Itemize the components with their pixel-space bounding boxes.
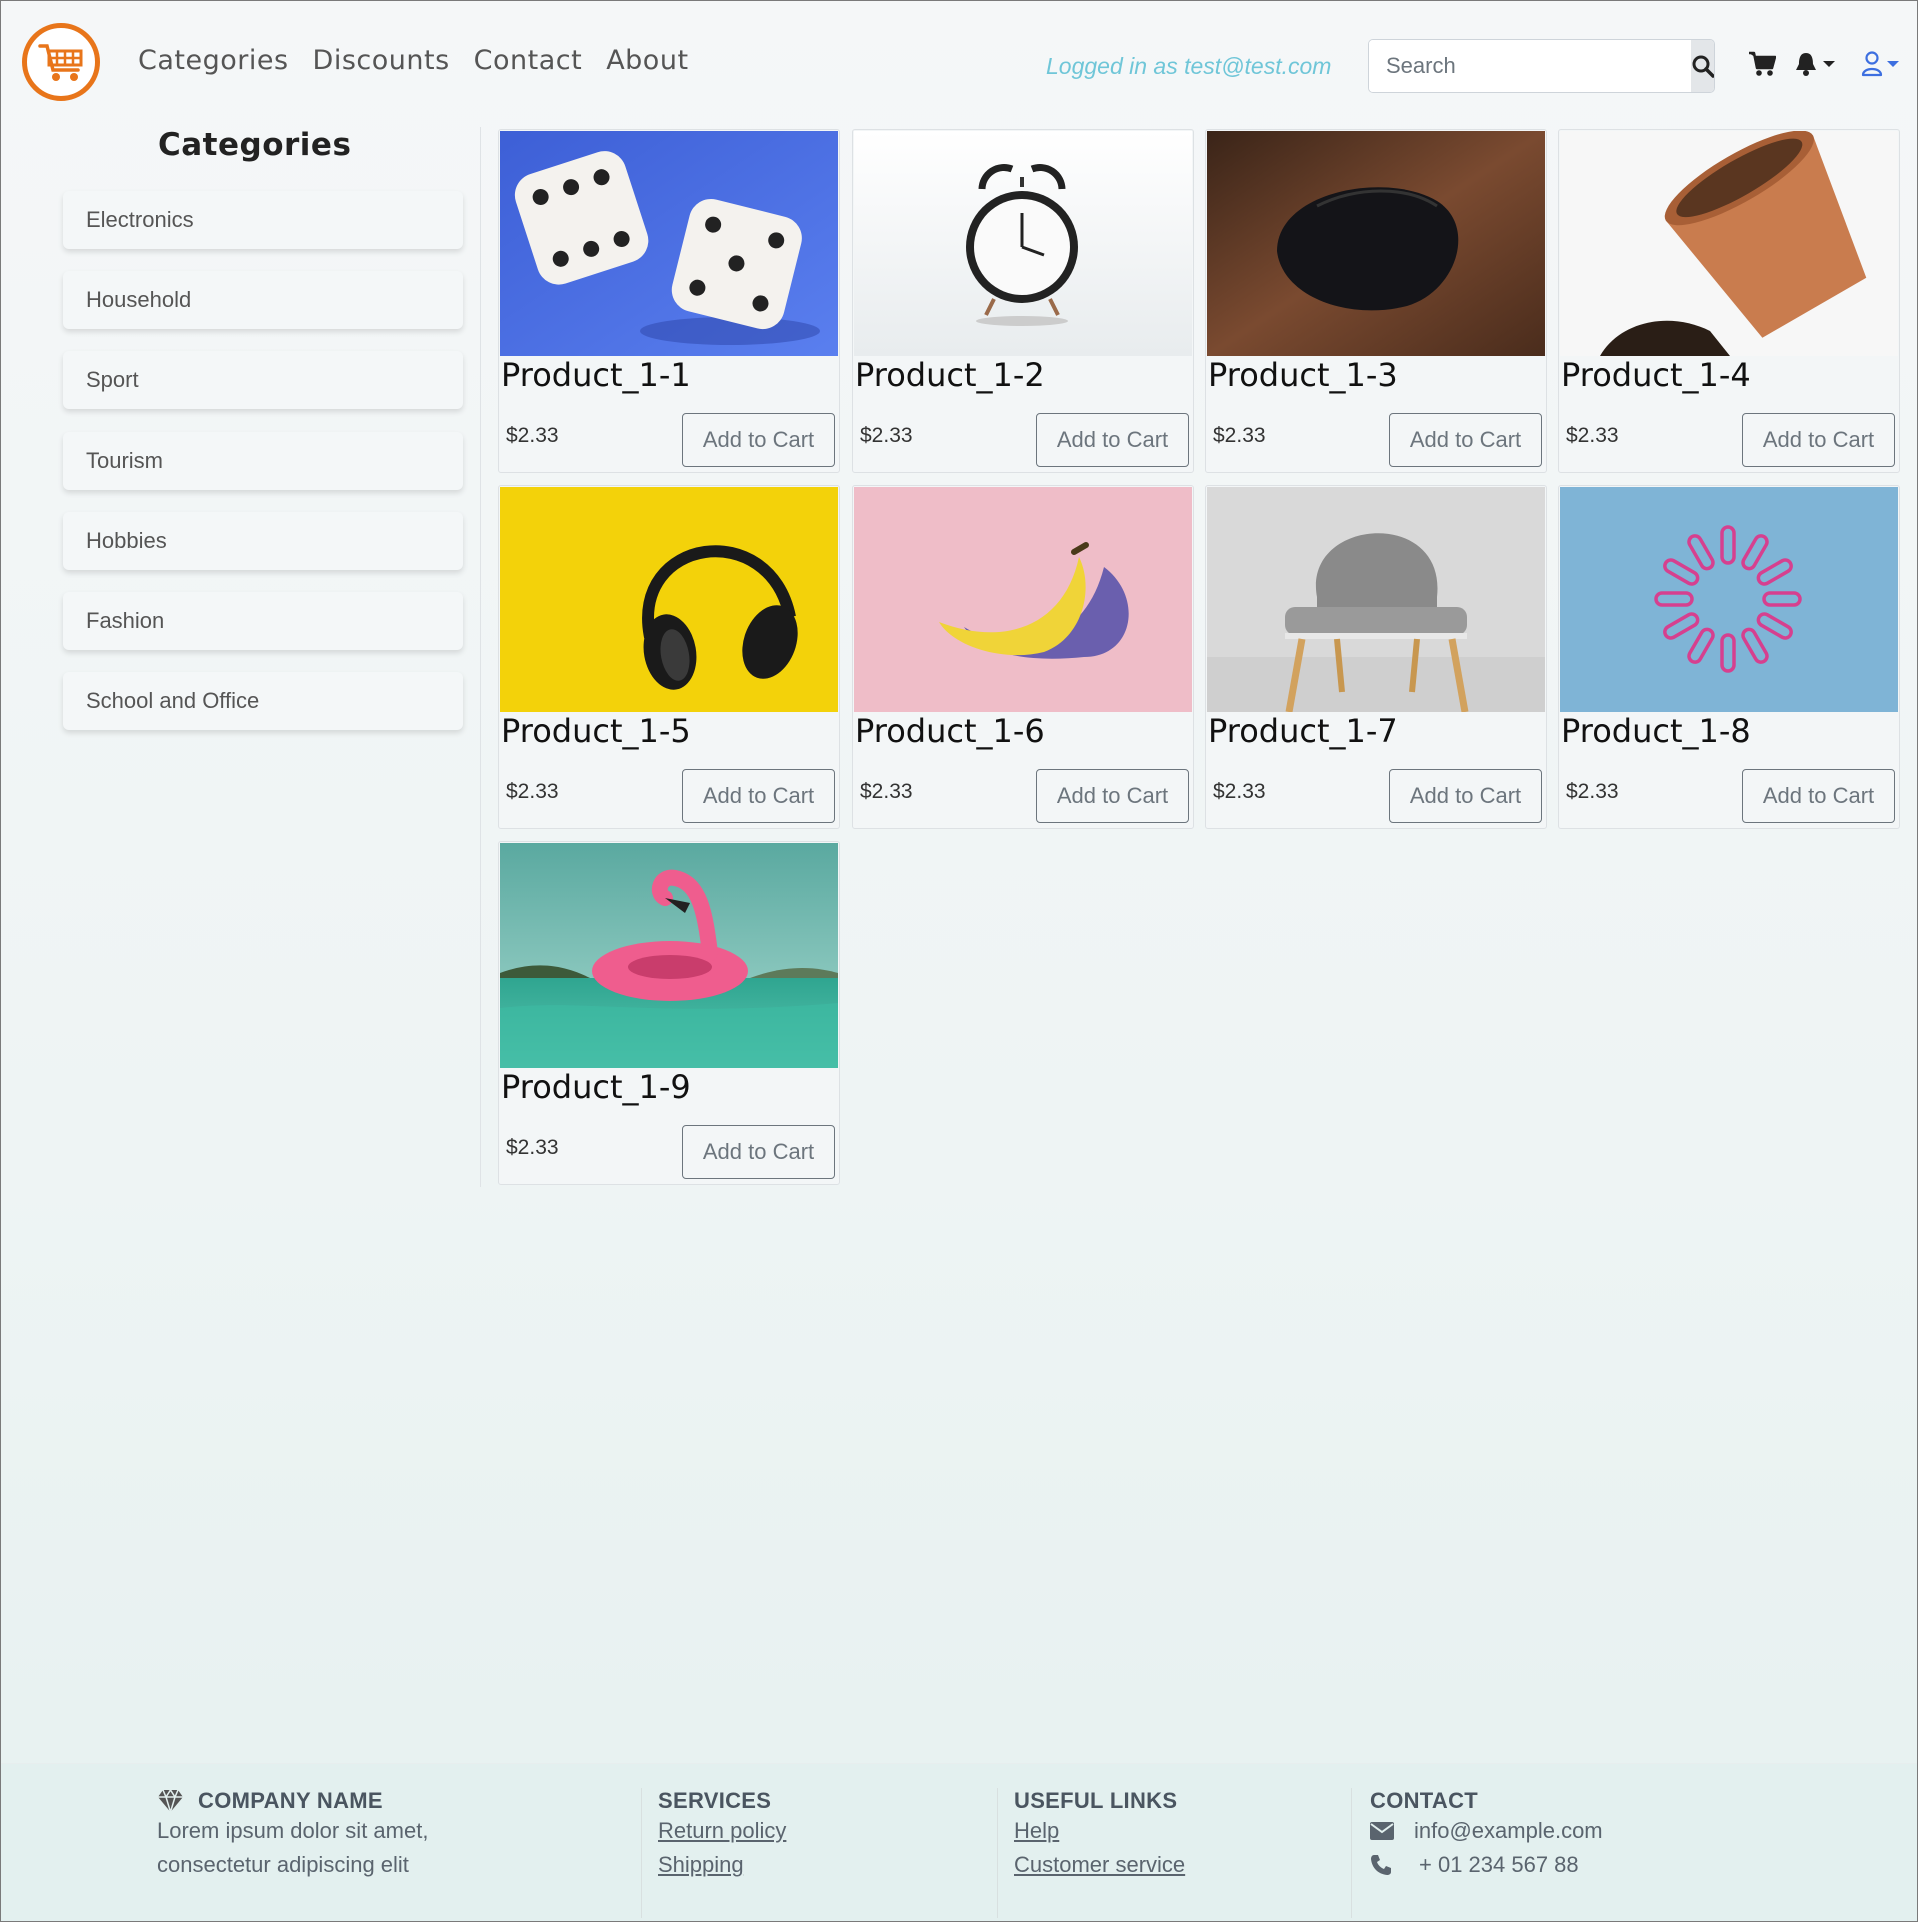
add-to-cart-button[interactable]: Add to Cart: [1036, 413, 1189, 467]
product-title[interactable]: Product_1-2: [855, 356, 1045, 394]
nav-link-contact[interactable]: Contact: [474, 45, 583, 76]
contact-email[interactable]: info@example.com: [1414, 1814, 1603, 1848]
add-to-cart-button[interactable]: Add to Cart: [682, 769, 835, 823]
product-image-headphones[interactable]: [500, 487, 838, 712]
footer-useful-links: USEFUL LINKS Help Customer service: [997, 1788, 1351, 1918]
chevron-down-icon: [1887, 61, 1899, 67]
main-nav: Categories Discounts Contact About: [138, 45, 689, 76]
cart-button[interactable]: [1748, 51, 1776, 77]
product-image-banana[interactable]: [854, 487, 1192, 712]
product-card[interactable]: Product_1-2 $2.33 Add to Cart: [852, 129, 1194, 473]
add-to-cart-button[interactable]: Add to Cart: [1389, 769, 1542, 823]
product-card[interactable]: Product_1-3 $2.33 Add to Cart: [1205, 129, 1547, 473]
chevron-down-icon: [1823, 61, 1835, 67]
add-to-cart-button[interactable]: Add to Cart: [1389, 413, 1542, 467]
product-title[interactable]: Product_1-5: [501, 712, 691, 750]
product-image-dice[interactable]: [500, 131, 838, 356]
product-title[interactable]: Product_1-7: [1208, 712, 1398, 750]
footer: COMPANY NAME Lorem ipsum dolor sit amet,…: [1, 1763, 1917, 1921]
product-image-flamingo-float[interactable]: [500, 843, 838, 1068]
product-card[interactable]: Product_1-9 $2.33 Add to Cart: [498, 841, 840, 1185]
add-to-cart-button[interactable]: Add to Cart: [1742, 413, 1895, 467]
shopping-cart-logo-icon[interactable]: [22, 23, 100, 101]
add-to-cart-button[interactable]: Add to Cart: [1036, 769, 1189, 823]
sidebar-title: Categories: [158, 127, 352, 163]
product-price: $2.33: [860, 424, 913, 447]
footer-services-title: SERVICES: [658, 1788, 772, 1813]
product-image-chair[interactable]: [1207, 487, 1545, 712]
footer-useful-links-title: USEFUL LINKS: [1014, 1788, 1178, 1813]
search-button[interactable]: [1691, 40, 1714, 92]
add-to-cart-button[interactable]: Add to Cart: [1742, 769, 1895, 823]
category-sport[interactable]: Sport: [63, 351, 463, 409]
search-input[interactable]: [1369, 40, 1691, 92]
product-card[interactable]: Product_1-5 $2.33 Add to Cart: [498, 485, 840, 829]
footer-company-text-1: Lorem ipsum dolor sit amet,: [157, 1818, 429, 1843]
product-card[interactable]: Product_1-4 $2.33 Add to Cart: [1558, 129, 1900, 473]
product-title[interactable]: Product_1-9: [501, 1068, 691, 1106]
customer-service-link[interactable]: Customer service: [1014, 1848, 1351, 1882]
category-household[interactable]: Household: [63, 271, 463, 329]
footer-company-title: COMPANY NAME: [198, 1788, 383, 1813]
product-price: $2.33: [1213, 780, 1266, 803]
logged-in-status: Logged in as test@test.com: [1046, 53, 1332, 79]
category-tourism[interactable]: Tourism: [63, 432, 463, 490]
product-price: $2.33: [1566, 424, 1619, 447]
category-hobbies[interactable]: Hobbies: [63, 512, 463, 570]
category-electronics[interactable]: Electronics: [63, 191, 463, 249]
product-image-alarm-clock[interactable]: [854, 131, 1192, 356]
product-price: $2.33: [506, 780, 559, 803]
return-policy-link[interactable]: Return policy: [658, 1814, 997, 1848]
category-school-and-office[interactable]: School and Office: [63, 672, 463, 730]
nav-link-discounts[interactable]: Discounts: [313, 45, 450, 76]
product-title[interactable]: Product_1-6: [855, 712, 1045, 750]
notifications-dropdown[interactable]: [1794, 51, 1836, 77]
product-image-paper-clips[interactable]: [1560, 487, 1898, 712]
bell-icon: [1796, 53, 1816, 76]
search-icon: [1692, 55, 1714, 78]
user-menu-dropdown[interactable]: [1861, 51, 1900, 77]
add-to-cart-button[interactable]: Add to Cart: [682, 413, 835, 467]
product-price: $2.33: [506, 1136, 559, 1159]
cart-icon: [1749, 51, 1776, 76]
product-title[interactable]: Product_1-3: [1208, 356, 1398, 394]
footer-contact: CONTACT info@example.com + 01 234 567 88: [1351, 1788, 1751, 1918]
footer-company: COMPANY NAME Lorem ipsum dolor sit amet,…: [157, 1788, 641, 1918]
category-sidebar: Categories Electronics Household Sport T…: [1, 127, 481, 1187]
product-image-flower-pot[interactable]: [1560, 131, 1898, 356]
footer-company-text-2: consectetur adipiscing elit: [157, 1852, 409, 1877]
shipping-link[interactable]: Shipping: [658, 1848, 997, 1882]
gem-icon: [158, 1789, 183, 1813]
search-bar: [1368, 39, 1715, 93]
product-price: $2.33: [1213, 424, 1266, 447]
product-title[interactable]: Product_1-1: [501, 356, 691, 394]
help-link[interactable]: Help: [1014, 1814, 1351, 1848]
nav-link-categories[interactable]: Categories: [138, 45, 289, 76]
add-to-cart-button[interactable]: Add to Cart: [682, 1125, 835, 1179]
phone-icon: [1371, 1855, 1391, 1875]
product-image-computer-mouse[interactable]: [1207, 131, 1545, 356]
product-price: $2.33: [860, 780, 913, 803]
product-price: $2.33: [1566, 780, 1619, 803]
product-card[interactable]: Product_1-6 $2.33 Add to Cart: [852, 485, 1194, 829]
footer-contact-title: CONTACT: [1370, 1788, 1479, 1813]
navbar: Categories Discounts Contact About Logge…: [1, 1, 1917, 127]
product-card[interactable]: Product_1-8 $2.33 Add to Cart: [1558, 485, 1900, 829]
envelope-icon: [1370, 1822, 1394, 1840]
product-card[interactable]: Product_1-1 $2.33 Add to Cart: [498, 129, 840, 473]
product-title[interactable]: Product_1-4: [1561, 356, 1751, 394]
product-card[interactable]: Product_1-7 $2.33 Add to Cart: [1205, 485, 1547, 829]
user-icon: [1861, 51, 1883, 77]
nav-link-about[interactable]: About: [606, 45, 688, 76]
contact-phone[interactable]: + 01 234 567 88: [1419, 1848, 1579, 1882]
product-price: $2.33: [506, 424, 559, 447]
footer-services: SERVICES Return policy Shipping: [641, 1788, 997, 1918]
product-title[interactable]: Product_1-8: [1561, 712, 1751, 750]
category-fashion[interactable]: Fashion: [63, 592, 463, 650]
